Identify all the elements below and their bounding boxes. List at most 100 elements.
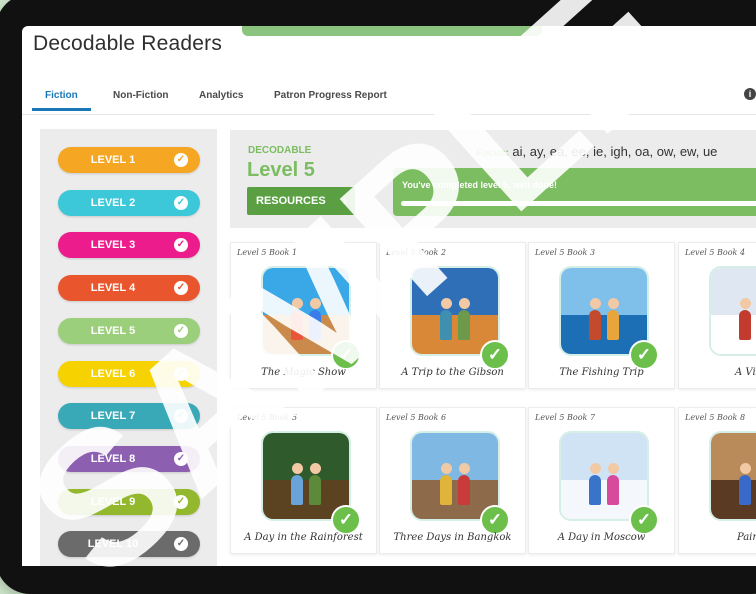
character-figure bbox=[291, 310, 303, 340]
character-head bbox=[589, 298, 601, 309]
book-title: A Trip to the Gibson bbox=[401, 367, 504, 378]
tab-bar: Fiction Non-Fiction Analytics Patron Pro… bbox=[22, 90, 756, 115]
book-card[interactable]: Level 5 Book 4✓A Visit bbox=[678, 242, 756, 389]
level-9-button[interactable]: LEVEL 9 ✓ bbox=[58, 488, 200, 515]
book-number: Level 5 Book 5 bbox=[237, 413, 298, 422]
level-label: LEVEL 8 bbox=[90, 452, 136, 465]
book-card[interactable]: Level 5 Book 3 ✓ The Fishing Trip bbox=[528, 242, 675, 389]
info-icon[interactable]: i bbox=[744, 88, 756, 100]
cover-sky bbox=[711, 433, 756, 481]
check-circle-icon: ✓ bbox=[174, 238, 188, 253]
check-circle-icon: ✓ bbox=[174, 195, 188, 210]
level-label: LEVEL 1 bbox=[90, 154, 136, 166]
book-number: Level 5 Book 6 bbox=[386, 413, 447, 422]
level-label: LEVEL 9 bbox=[90, 495, 136, 508]
tab-patron-progress-report[interactable]: Patron Progress Report bbox=[274, 90, 387, 108]
character-figure bbox=[607, 310, 619, 340]
level-label: LEVEL 7 bbox=[90, 410, 136, 423]
character-figure bbox=[739, 475, 751, 505]
character-figure bbox=[440, 310, 452, 340]
level-label: LEVEL 3 bbox=[90, 239, 136, 252]
top-banner-strip bbox=[242, 26, 542, 36]
book-title: A Day in Moscow bbox=[557, 532, 646, 543]
level-7-button[interactable]: LEVEL 7 ✓ bbox=[58, 403, 200, 430]
check-circle-icon: ✓ bbox=[174, 451, 188, 466]
page-title: Decodable Readers bbox=[33, 32, 223, 55]
character-figure bbox=[739, 310, 751, 340]
book-cover-image bbox=[709, 266, 756, 356]
character-head bbox=[458, 463, 470, 474]
cover-sky bbox=[263, 268, 349, 316]
resources-button[interactable]: RESOURCES › bbox=[247, 187, 355, 215]
completed-check-icon: ✓ bbox=[480, 505, 510, 535]
character-head bbox=[440, 463, 452, 474]
check-circle-icon: ✓ bbox=[174, 323, 188, 338]
level-10-button[interactable]: LEVEL 10 ✓ bbox=[58, 531, 200, 558]
character-head bbox=[739, 298, 751, 309]
focus-label: Focus: bbox=[476, 148, 509, 159]
character-head bbox=[291, 463, 303, 474]
book-number: Level 5 Book 8 bbox=[685, 413, 746, 422]
level-label: LEVEL 4 bbox=[90, 282, 136, 295]
level-progress-box: You've completed level 5, well done! bbox=[393, 168, 756, 216]
completion-message: You've completed level 5, well done! bbox=[402, 180, 558, 190]
character-figure bbox=[309, 310, 321, 340]
character-head bbox=[739, 463, 751, 474]
level-2-button[interactable]: LEVEL 2 ✓ bbox=[58, 189, 200, 216]
level-label: LEVEL 10 bbox=[87, 538, 139, 551]
completed-check-icon: ✓ bbox=[331, 505, 361, 535]
book-number: Level 5 Book 1 bbox=[237, 248, 298, 257]
character-head bbox=[607, 298, 619, 309]
tab-non-fiction[interactable]: Non-Fiction bbox=[113, 90, 169, 108]
character-figure bbox=[607, 475, 619, 505]
book-card[interactable]: Level 5 Book 6 ✓ Three Days in Bangkok bbox=[379, 407, 526, 554]
book-number: Level 5 Book 2 bbox=[386, 248, 447, 257]
progress-bar-fill bbox=[401, 201, 756, 206]
character-figure bbox=[589, 475, 601, 505]
check-circle-icon: ✓ bbox=[174, 494, 188, 509]
level-5-button[interactable]: LEVEL 5 ✓ bbox=[58, 317, 200, 344]
level-8-button[interactable]: LEVEL 8 ✓ bbox=[58, 445, 200, 472]
resources-button-label: RESOURCES bbox=[256, 195, 326, 207]
completed-check-icon: ✓ bbox=[629, 505, 659, 535]
book-number: Level 5 Book 7 bbox=[535, 413, 596, 422]
book-cover-image bbox=[709, 431, 756, 521]
app-screen: Decodable Readers Fiction Non-Fiction An… bbox=[22, 26, 756, 566]
book-card[interactable]: Level 5 Book 1 ✓ The Magic Show bbox=[230, 242, 377, 389]
book-title: The Magic Show bbox=[261, 367, 346, 378]
character-head bbox=[309, 298, 321, 309]
book-card[interactable]: Level 5 Book 8✓Painti bbox=[678, 407, 756, 554]
book-card[interactable]: Level 5 Book 2 ✓ A Trip to the Gibson bbox=[379, 242, 526, 389]
cover-sky bbox=[412, 433, 498, 481]
book-title: A Visit bbox=[735, 367, 756, 378]
level-3-button[interactable]: LEVEL 3 ✓ bbox=[58, 232, 200, 259]
character-head bbox=[607, 463, 619, 474]
tab-analytics[interactable]: Analytics bbox=[199, 90, 243, 108]
book-card[interactable]: Level 5 Book 7 ✓ A Day in Moscow bbox=[528, 407, 675, 554]
focus-value: ai, ay, ea, ee, ie, igh, oa, ow, ew, ue bbox=[512, 144, 718, 159]
character-figure bbox=[440, 475, 452, 505]
level-1-button[interactable]: LEVEL 1 ✓ bbox=[58, 147, 200, 173]
character-head bbox=[309, 463, 321, 474]
tab-fiction[interactable]: Fiction bbox=[32, 90, 91, 111]
book-title: The Fishing Trip bbox=[559, 367, 644, 378]
check-circle-icon: ✓ bbox=[174, 537, 188, 552]
level-6-button[interactable]: LEVEL 6 ✓ bbox=[58, 360, 200, 387]
book-card[interactable]: Level 5 Book 5 ✓ A Day in the Rainforest bbox=[230, 407, 377, 554]
progress-bar bbox=[401, 201, 756, 206]
check-circle-icon: ✓ bbox=[174, 366, 188, 381]
book-number: Level 5 Book 3 bbox=[535, 248, 596, 257]
level-label: LEVEL 2 bbox=[90, 196, 136, 209]
character-figure bbox=[309, 475, 321, 505]
decodable-eyebrow: DECODABLE bbox=[248, 145, 312, 156]
character-figure bbox=[589, 310, 601, 340]
chevron-right-icon: › bbox=[343, 194, 347, 208]
completed-check-icon: ✓ bbox=[629, 340, 659, 370]
character-figure bbox=[458, 475, 470, 505]
level-sidebar: LEVEL 1 ✓ LEVEL 2 ✓ LEVEL 3 ✓ LEVEL 4 ✓ LEVEL 5 ✓… bbox=[40, 129, 217, 566]
check-circle-icon: ✓ bbox=[174, 281, 188, 296]
character-head bbox=[291, 298, 303, 309]
focus-sounds: Focus: ai, ay, ea, ee, ie, igh, oa, ow, … bbox=[476, 144, 717, 159]
level-4-button[interactable]: LEVEL 4 ✓ bbox=[58, 275, 200, 302]
character-head bbox=[589, 463, 601, 474]
